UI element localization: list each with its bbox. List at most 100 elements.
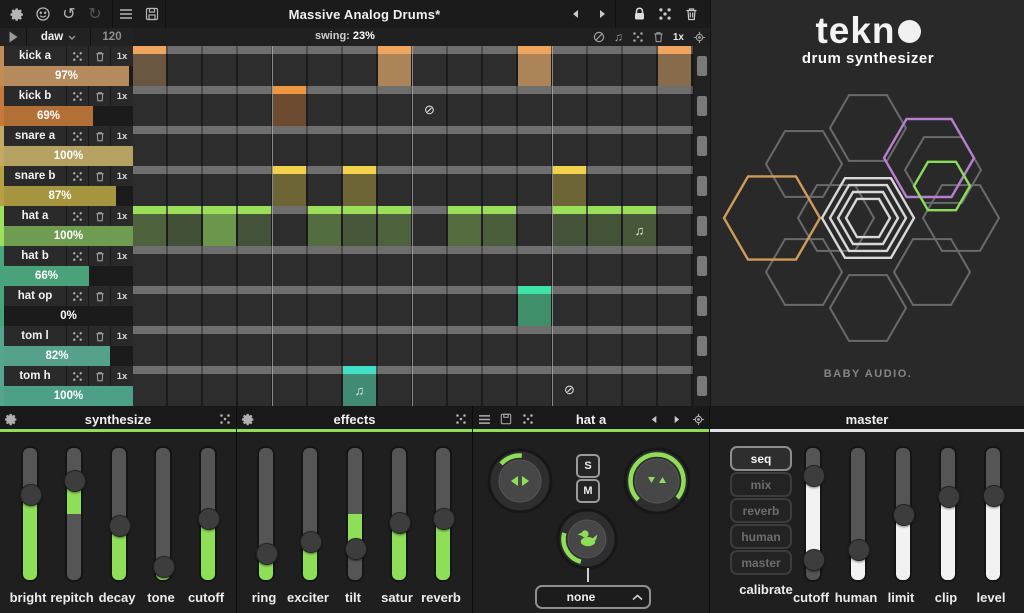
pan-knob[interactable]: [489, 450, 551, 512]
voice-next-icon[interactable]: [665, 415, 687, 424]
step-cell[interactable]: [168, 294, 203, 326]
tilt-slider[interactable]: [346, 446, 364, 582]
velocity-segment[interactable]: [553, 126, 588, 134]
synth-settings-gear-icon[interactable]: [0, 413, 22, 426]
step-cell[interactable]: [238, 334, 273, 366]
step-cell[interactable]: [553, 94, 588, 126]
track-clear-trash-icon[interactable]: [88, 166, 110, 186]
velocity-segment[interactable]: [413, 86, 448, 94]
mode-button-seq[interactable]: seq: [730, 446, 792, 471]
velocity-segment[interactable]: [203, 166, 238, 174]
velocity-segment[interactable]: [133, 86, 168, 94]
save-icon[interactable]: [139, 0, 165, 28]
velocity-segment[interactable]: [483, 286, 518, 294]
velocity-segment[interactable]: [588, 206, 623, 214]
velocity-segment[interactable]: [203, 46, 238, 54]
row-scroll-handle[interactable]: [697, 96, 707, 116]
velocity-segment[interactable]: [378, 166, 413, 174]
step-cell[interactable]: [413, 334, 448, 366]
effects-settings-gear-icon[interactable]: [237, 413, 259, 426]
velocity-segment[interactable]: [623, 326, 658, 334]
step-cell[interactable]: [133, 374, 168, 406]
velocity-segment[interactable]: [238, 246, 273, 254]
step-cell[interactable]: [238, 94, 273, 126]
velocity-segment[interactable]: [448, 86, 483, 94]
swing-bar[interactable]: swing: 23% ♫ 1x: [133, 28, 710, 47]
step-cell[interactable]: [413, 374, 448, 406]
velocity-segment[interactable]: [448, 246, 483, 254]
step-cell[interactable]: [518, 54, 553, 86]
velocity-segment[interactable]: [623, 206, 658, 214]
step-cell[interactable]: [588, 174, 623, 206]
velocity-segment[interactable]: [518, 246, 553, 254]
mode-button-human[interactable]: human: [730, 524, 792, 549]
step-cell[interactable]: [658, 254, 693, 286]
step-cell[interactable]: [378, 214, 413, 246]
velocity-segment[interactable]: [588, 326, 623, 334]
step-cell[interactable]: [448, 294, 483, 326]
velocity-segment[interactable]: [413, 126, 448, 134]
velocity-segment[interactable]: [553, 46, 588, 54]
undo-icon[interactable]: ↺: [56, 0, 82, 28]
velocity-segment[interactable]: [413, 166, 448, 174]
step-cell[interactable]: [378, 94, 413, 126]
randomize-dice-icon[interactable]: [652, 0, 678, 28]
track-name[interactable]: tom l: [4, 330, 66, 342]
step-cell[interactable]: ⊘: [413, 94, 448, 126]
slider-handle[interactable]: [848, 539, 870, 561]
step-cell[interactable]: [553, 334, 588, 366]
step-cell[interactable]: [553, 174, 588, 206]
settings-gear-icon[interactable]: [4, 0, 30, 28]
velocity-segment[interactable]: [658, 86, 693, 94]
velocity-segment[interactable]: [203, 206, 238, 214]
step-cell[interactable]: [553, 214, 588, 246]
reverb-slider[interactable]: [434, 446, 452, 582]
velocity-segment[interactable]: [133, 126, 168, 134]
track-repeat-button[interactable]: 1x: [110, 286, 133, 306]
step-cell[interactable]: [133, 174, 168, 206]
track-volume-row[interactable]: 97%: [4, 66, 133, 86]
velocity-segment[interactable]: [203, 126, 238, 134]
velocity-segment[interactable]: [308, 126, 343, 134]
voice-menu-icon[interactable]: [473, 414, 495, 425]
velocity-segment[interactable]: [168, 326, 203, 334]
track-randomize-dice-icon[interactable]: [66, 126, 88, 146]
step-cell[interactable]: [518, 254, 553, 286]
velocity-segment[interactable]: [343, 126, 378, 134]
step-cell[interactable]: [308, 174, 343, 206]
row-scroll-handle[interactable]: [697, 136, 707, 156]
velocity-segment[interactable]: [658, 246, 693, 254]
track-volume-row[interactable]: 66%: [4, 266, 133, 286]
slider-handle[interactable]: [433, 508, 455, 530]
step-cell[interactable]: [553, 254, 588, 286]
step-cell[interactable]: [588, 94, 623, 126]
velocity-segment[interactable]: [448, 126, 483, 134]
step-cell[interactable]: [518, 214, 553, 246]
velocity-segment[interactable]: [623, 366, 658, 374]
velocity-segment[interactable]: [273, 326, 308, 334]
slider-handle[interactable]: [198, 508, 220, 530]
velocity-segment[interactable]: [273, 166, 308, 174]
track-repeat-button[interactable]: 1x: [110, 246, 133, 266]
limit-slider[interactable]: [894, 446, 912, 582]
ring-slider[interactable]: [257, 446, 275, 582]
velocity-segment[interactable]: [343, 86, 378, 94]
next-preset-icon[interactable]: [589, 0, 615, 28]
velocity-segment[interactable]: [238, 166, 273, 174]
step-cell[interactable]: [238, 174, 273, 206]
track-volume-row[interactable]: 100%: [4, 146, 133, 166]
step-cell[interactable]: ⊘: [553, 374, 588, 406]
step-cell[interactable]: [658, 374, 693, 406]
step-cell[interactable]: [658, 134, 693, 166]
velocity-segment[interactable]: [553, 286, 588, 294]
velocity-segment[interactable]: [378, 286, 413, 294]
step-cell[interactable]: [623, 174, 658, 206]
track-clear-trash-icon[interactable]: [88, 286, 110, 306]
step-cell[interactable]: [378, 54, 413, 86]
step-cell[interactable]: [448, 374, 483, 406]
step-cell[interactable]: [378, 134, 413, 166]
step-cell[interactable]: [483, 294, 518, 326]
track-clear-trash-icon[interactable]: [88, 46, 110, 66]
step-cell[interactable]: [133, 54, 168, 86]
voice-prev-icon[interactable]: [643, 415, 665, 424]
